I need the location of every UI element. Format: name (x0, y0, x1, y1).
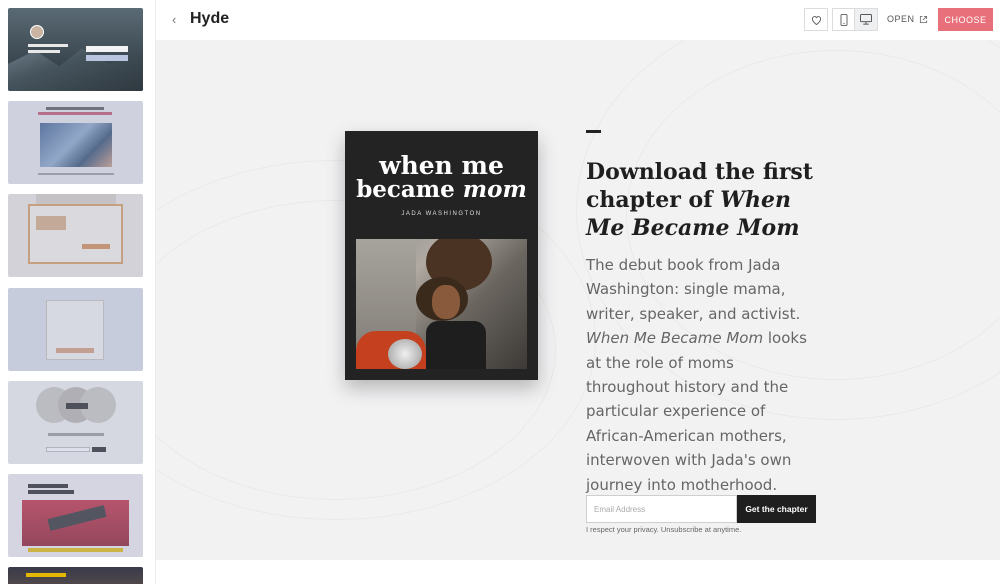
chevron-left-icon[interactable]: ‹ (172, 12, 176, 27)
preview-footer (156, 560, 1000, 584)
heart-icon (811, 15, 821, 25)
template-thumbnail[interactable] (8, 474, 143, 557)
template-thumbnail[interactable] (8, 381, 143, 464)
open-button[interactable]: OPEN (887, 14, 928, 24)
desktop-preview-button[interactable] (854, 8, 878, 31)
template-thumbnail[interactable] (8, 288, 143, 371)
template-thumbnail[interactable] (8, 101, 143, 184)
favorite-button[interactable] (804, 8, 828, 31)
signup-form: Get the chapter (586, 495, 816, 524)
top-bar: ‹ Hyde OPEN CHOOSE (156, 0, 1000, 40)
desktop-icon (860, 14, 872, 25)
book-cover: when me became mom JADA WASHINGTON (345, 131, 538, 380)
template-thumbnail[interactable] (8, 567, 143, 584)
mobile-icon (840, 13, 848, 26)
template-thumbnail[interactable] (8, 194, 143, 277)
template-sidebar (0, 0, 156, 584)
email-field[interactable] (586, 495, 737, 523)
accent-dash (586, 130, 601, 133)
book-title-line2: became mom (356, 176, 527, 203)
external-link-icon (919, 15, 927, 23)
template-thumbnail[interactable] (8, 8, 143, 91)
mobile-preview-button[interactable] (832, 8, 856, 31)
template-title: Hyde (190, 10, 230, 27)
privacy-note: I respect your privacy. Unsubscribe at a… (586, 525, 742, 534)
choose-button[interactable]: CHOOSE (938, 8, 993, 31)
book-author: JADA WASHINGTON (401, 211, 482, 217)
open-label: OPEN (887, 14, 915, 24)
get-chapter-button[interactable]: Get the chapter (737, 495, 816, 523)
description: The debut book from Jada Washington: sin… (586, 256, 807, 494)
book-cover-photo (356, 239, 527, 369)
landing-page-preview: when me became mom JADA WASHINGTON Downl… (156, 40, 1000, 560)
headline: Download the first chapter of When Me Be… (586, 159, 813, 241)
book-title-line1: when me (379, 151, 504, 180)
app: ‹ Hyde OPEN CHOOSE when me became mom JA… (0, 0, 1000, 584)
